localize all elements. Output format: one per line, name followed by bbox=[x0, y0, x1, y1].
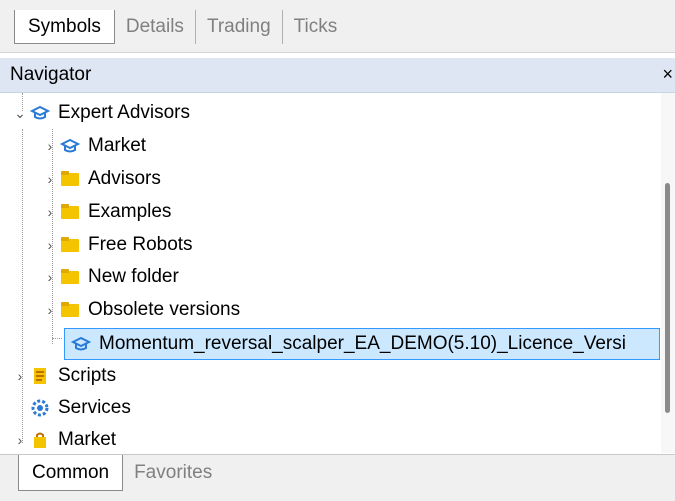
graduation-cap-icon bbox=[60, 136, 80, 156]
tree-item-free-robots[interactable]: › Free Robots bbox=[44, 229, 193, 261]
navigator-tree: ⌄ Expert Advisors › Market › Advisors › … bbox=[0, 93, 660, 453]
folder-icon bbox=[60, 169, 80, 189]
tree-item-momentum-reversal-scalper[interactable]: Momentum_reversal_scalper_EA_DEMO(5.10)_… bbox=[64, 328, 660, 360]
folder-icon bbox=[60, 267, 80, 287]
tree-item-label: Scripts bbox=[58, 365, 117, 386]
bottom-tab-strip: Common Favorites bbox=[0, 454, 675, 501]
shopping-bag-icon bbox=[30, 430, 50, 450]
tree-item-label: Market bbox=[88, 135, 147, 156]
tree-item-market-ea[interactable]: › Market bbox=[44, 130, 146, 162]
tree-item-label: Free Robots bbox=[88, 234, 193, 255]
tree-item-label: Advisors bbox=[88, 168, 161, 189]
graduation-cap-icon bbox=[30, 103, 50, 123]
tab-details[interactable]: Details bbox=[115, 10, 195, 44]
navigator-header: Navigator × bbox=[0, 58, 675, 93]
tree-item-new-folder[interactable]: › New folder bbox=[44, 261, 179, 293]
scrollbar-thumb[interactable] bbox=[665, 183, 670, 413]
tree-item-label: New folder bbox=[88, 266, 179, 287]
tab-trading[interactable]: Trading bbox=[194, 10, 282, 44]
services-icon bbox=[30, 398, 50, 418]
tab-symbols[interactable]: Symbols bbox=[14, 10, 115, 44]
tree-item-services[interactable]: Services bbox=[14, 392, 131, 424]
chevron-right-icon[interactable]: › bbox=[44, 269, 56, 285]
tree-item-label: Market bbox=[58, 429, 117, 450]
tree-item-market[interactable]: › Market bbox=[14, 424, 116, 453]
tree-item-advisors[interactable]: › Advisors bbox=[44, 163, 161, 195]
tree-item-label: Expert Advisors bbox=[58, 102, 190, 123]
tree-item-examples[interactable]: › Examples bbox=[44, 196, 172, 228]
chevron-down-icon[interactable]: ⌄ bbox=[14, 105, 26, 122]
chevron-right-icon[interactable]: › bbox=[44, 302, 56, 318]
top-tabs: Symbols Details Trading Ticks bbox=[14, 10, 348, 44]
chevron-right-icon[interactable]: › bbox=[44, 171, 56, 187]
tab-common[interactable]: Common bbox=[18, 455, 124, 491]
tree-item-label: Momentum_reversal_scalper_EA_DEMO(5.10)_… bbox=[99, 333, 626, 354]
tree-item-label: Obsolete versions bbox=[88, 299, 241, 320]
top-tab-strip: Symbols Details Trading Ticks bbox=[0, 0, 675, 53]
tab-favorites[interactable]: Favorites bbox=[123, 455, 223, 491]
navigator-title: Navigator bbox=[10, 64, 92, 85]
folder-icon bbox=[60, 300, 80, 320]
tree-line bbox=[52, 338, 62, 339]
close-icon[interactable]: × bbox=[662, 64, 673, 85]
chevron-right-icon[interactable]: › bbox=[44, 204, 56, 220]
tree-item-obsolete-versions[interactable]: › Obsolete versions bbox=[44, 294, 240, 326]
chevron-right-icon[interactable]: › bbox=[44, 138, 56, 154]
graduation-cap-icon bbox=[71, 334, 91, 354]
chevron-right-icon[interactable]: › bbox=[14, 368, 26, 384]
tree-scrollbar[interactable] bbox=[661, 93, 675, 453]
tree-item-label: Services bbox=[58, 397, 131, 418]
tab-ticks[interactable]: Ticks bbox=[281, 10, 349, 44]
chevron-right-icon[interactable]: › bbox=[44, 237, 56, 253]
folder-icon bbox=[60, 235, 80, 255]
bottom-tabs: Common Favorites bbox=[18, 455, 223, 491]
tree-item-expert-advisors[interactable]: ⌄ Expert Advisors bbox=[14, 97, 190, 129]
folder-icon bbox=[60, 202, 80, 222]
script-icon bbox=[30, 366, 50, 386]
tree-item-scripts[interactable]: › Scripts bbox=[14, 360, 116, 392]
tree-item-label: Examples bbox=[88, 201, 172, 222]
chevron-right-icon[interactable]: › bbox=[14, 432, 26, 448]
